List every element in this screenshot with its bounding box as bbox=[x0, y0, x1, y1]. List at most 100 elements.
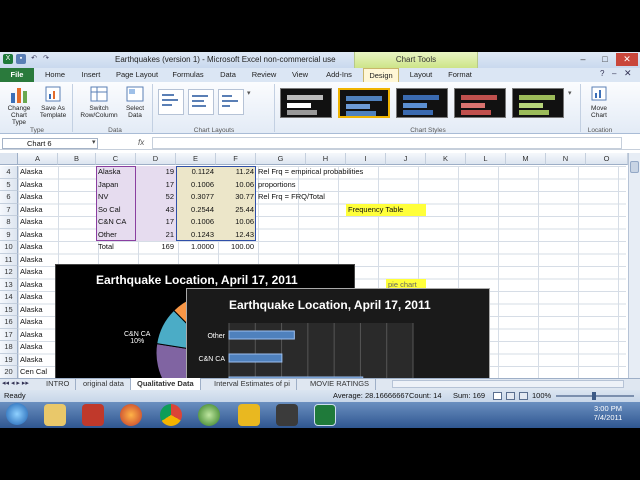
freq-relfreq-cell[interactable]: 0.1243 bbox=[176, 229, 216, 242]
ribbon-minimize-icon[interactable]: – bbox=[612, 69, 616, 78]
freq-percent-cell[interactable]: 10.06 bbox=[216, 216, 256, 229]
row-header[interactable]: 4 bbox=[0, 166, 18, 179]
styles-more-icon[interactable]: ▾ bbox=[568, 89, 572, 97]
tab-data[interactable]: Data bbox=[213, 68, 243, 82]
freq-percent-cell[interactable]: 10.06 bbox=[216, 179, 256, 192]
row-header[interactable]: 15 bbox=[0, 303, 18, 316]
column-header-e[interactable]: E bbox=[176, 153, 216, 165]
freq-percent-cell[interactable]: 11.24 bbox=[216, 166, 256, 179]
row-header[interactable]: 11 bbox=[0, 253, 18, 266]
sheet-nav-icon[interactable]: ◂◂ ◂ ▸ ▸▸ bbox=[2, 379, 29, 387]
row-header[interactable]: 5 bbox=[0, 178, 18, 191]
freq-count-cell[interactable]: 52 bbox=[136, 191, 176, 204]
chart-layout-3[interactable] bbox=[218, 89, 244, 115]
acrobat-icon[interactable] bbox=[82, 404, 104, 426]
chart-style-blue-selected[interactable] bbox=[338, 88, 390, 118]
redo-icon[interactable]: ↷ bbox=[41, 54, 51, 64]
cell-location[interactable]: Alaska bbox=[18, 204, 58, 217]
tab-insert[interactable]: Insert bbox=[74, 68, 108, 82]
freq-location-cell[interactable]: Other bbox=[96, 229, 136, 242]
cell-location[interactable]: Alaska bbox=[18, 216, 58, 229]
explorer-icon[interactable] bbox=[44, 404, 66, 426]
excel-taskbar-icon[interactable] bbox=[314, 404, 336, 426]
name-box-dropdown-icon[interactable]: ▾ bbox=[92, 138, 96, 146]
row-header[interactable]: 7 bbox=[0, 203, 18, 216]
cell-location[interactable]: Alaska bbox=[18, 179, 58, 192]
column-header-l[interactable]: L bbox=[466, 153, 506, 165]
freq-location-cell[interactable]: C&N CA bbox=[96, 216, 136, 229]
tab-review[interactable]: Review bbox=[246, 68, 282, 82]
freq-count-cell[interactable]: 17 bbox=[136, 216, 176, 229]
tab-home[interactable]: Home bbox=[38, 68, 72, 82]
fx-icon[interactable]: fx bbox=[138, 138, 144, 147]
row-header[interactable]: 20 bbox=[0, 366, 18, 379]
minimize-icon[interactable]: – bbox=[572, 53, 594, 66]
close-icon[interactable]: ✕ bbox=[616, 53, 638, 66]
freq-relfreq-cell[interactable]: 0.1006 bbox=[176, 179, 216, 192]
tab-page-layout[interactable]: Page Layout bbox=[112, 68, 162, 82]
row-header[interactable]: 6 bbox=[0, 191, 18, 204]
save-as-template-button[interactable]: Save As Template bbox=[38, 85, 68, 119]
cell-location[interactable]: Alaska bbox=[18, 304, 58, 317]
freq-location-cell[interactable]: So Cal bbox=[96, 204, 136, 217]
vertical-scrollbar[interactable] bbox=[628, 153, 640, 378]
row-header[interactable]: 18 bbox=[0, 341, 18, 354]
column-header-a[interactable]: A bbox=[18, 153, 58, 165]
column-header-i[interactable]: I bbox=[346, 153, 386, 165]
column-header-d[interactable]: D bbox=[136, 153, 176, 165]
column-header-c[interactable]: C bbox=[96, 153, 136, 165]
select-all-corner[interactable] bbox=[0, 153, 18, 165]
clock[interactable]: 3:00 PM 7/4/2011 bbox=[586, 404, 630, 422]
cell-location[interactable]: Alaska bbox=[18, 341, 58, 354]
freq-count-cell[interactable]: 43 bbox=[136, 204, 176, 217]
chart-layout-2[interactable] bbox=[188, 89, 214, 115]
freq-relfreq-cell[interactable]: 1.0000 bbox=[176, 241, 216, 254]
note-proportions[interactable]: proportions bbox=[256, 179, 298, 192]
zoom-slider-thumb[interactable] bbox=[592, 392, 596, 400]
sheet-tab-qualitative-data[interactable]: Qualitative Data bbox=[131, 378, 201, 390]
maximize-icon[interactable]: □ bbox=[594, 53, 616, 66]
cell-location[interactable]: Alaska bbox=[18, 191, 58, 204]
chart-style-gray[interactable] bbox=[280, 88, 332, 118]
row-header[interactable]: 10 bbox=[0, 241, 18, 254]
workbook-close-icon[interactable]: ✕ bbox=[624, 68, 632, 79]
note-relfrq-formula[interactable]: Rel Frq = FRQ/Total bbox=[256, 191, 327, 204]
cell-location[interactable]: Alaska bbox=[18, 329, 58, 342]
start-button-icon[interactable] bbox=[6, 403, 28, 425]
excel-app-icon[interactable]: X bbox=[3, 54, 13, 64]
zoom-slider[interactable] bbox=[556, 392, 634, 400]
row-header[interactable]: 12 bbox=[0, 266, 18, 279]
sheet-tab-interval-estimates[interactable]: Interval Estimates of pi bbox=[208, 378, 297, 390]
freq-percent-cell[interactable]: 12.43 bbox=[216, 229, 256, 242]
frequency-table-label[interactable]: Frequency Table bbox=[346, 203, 426, 216]
chart-style-red[interactable] bbox=[454, 88, 506, 118]
column-header-h[interactable]: H bbox=[306, 153, 346, 165]
media-app-icon[interactable] bbox=[198, 404, 220, 426]
pinned-app-icon[interactable] bbox=[238, 404, 260, 426]
freq-location-cell[interactable]: Total bbox=[96, 241, 136, 254]
freq-relfreq-cell[interactable]: 0.3077 bbox=[176, 191, 216, 204]
row-header[interactable]: 14 bbox=[0, 291, 18, 304]
row-header[interactable]: 13 bbox=[0, 278, 18, 291]
tab-format[interactable]: Format bbox=[442, 68, 478, 82]
tab-formulas[interactable]: Formulas bbox=[166, 68, 210, 82]
page-break-view-icon[interactable] bbox=[519, 392, 528, 400]
column-header-g[interactable]: G bbox=[256, 153, 306, 165]
column-header-o[interactable]: O bbox=[586, 153, 628, 165]
help-icon[interactable]: ? bbox=[600, 69, 604, 78]
freq-percent-cell[interactable]: 25.44 bbox=[216, 204, 256, 217]
tab-layout[interactable]: Layout bbox=[403, 68, 439, 82]
freq-location-cell[interactable]: Alaska bbox=[96, 166, 136, 179]
move-chart-button[interactable]: Move Chart bbox=[584, 85, 614, 119]
sheet-tab-original-data[interactable]: original data bbox=[77, 378, 131, 390]
cell-location[interactable]: Alaska bbox=[18, 229, 58, 242]
switch-row-column-button[interactable]: Switch Row/Column bbox=[80, 85, 118, 119]
freq-relfreq-cell[interactable]: 0.1006 bbox=[176, 216, 216, 229]
column-header-j[interactable]: J bbox=[386, 153, 426, 165]
normal-view-icon[interactable] bbox=[493, 392, 502, 400]
freq-count-cell[interactable]: 17 bbox=[136, 179, 176, 192]
tab-add-ins[interactable]: Add-Ins bbox=[319, 68, 359, 82]
formula-input[interactable] bbox=[152, 137, 622, 149]
sheet-tab-intro[interactable]: INTRO bbox=[40, 378, 77, 390]
column-header-n[interactable]: N bbox=[546, 153, 586, 165]
